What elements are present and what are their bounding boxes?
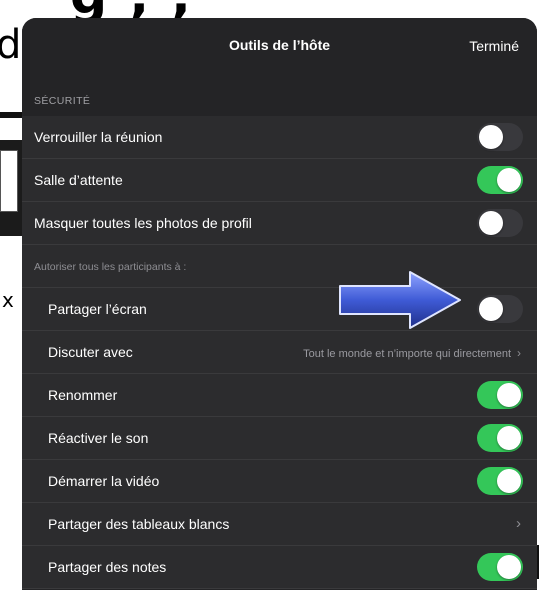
lock-meeting-row: Verrouiller la réunion: [22, 116, 537, 159]
share-screen-label: Partager l’écran: [48, 301, 147, 317]
hide-profile-photos-label: Masquer toutes les photos de profil: [34, 215, 252, 231]
panel-title: Outils de l’hôte: [228, 37, 331, 53]
waiting-room-label: Salle d’attente: [34, 172, 123, 188]
chat-with-row[interactable]: Discuter avec Tout le monde et n’importe…: [22, 331, 537, 374]
unmute-label: Réactiver le son: [48, 430, 149, 446]
toggle-knob: [497, 555, 521, 579]
toggle-knob: [497, 469, 521, 493]
hide-profile-photos-row: Masquer toutes les photos de profil: [22, 202, 537, 245]
rename-label: Renommer: [48, 387, 118, 403]
share-notes-toggle[interactable]: [477, 553, 523, 581]
security-section-label: SÉCURITÉ: [34, 95, 91, 107]
chat-with-value[interactable]: Tout le monde et n’importe qui directeme…: [303, 346, 521, 360]
background-dash: [0, 112, 22, 118]
done-button[interactable]: Terminé: [469, 38, 519, 54]
toggle-knob: [497, 426, 521, 450]
hide-profile-photos-toggle[interactable]: [477, 209, 523, 237]
lock-meeting-label: Verrouiller la réunion: [34, 129, 163, 145]
allow-participants-label: Autoriser tous les participants à :: [34, 261, 187, 273]
panel-header: Outils de l’hôte Terminé: [22, 18, 537, 76]
toggle-knob: [497, 168, 521, 192]
lock-meeting-toggle[interactable]: [477, 123, 523, 151]
chat-with-value-text: Tout le monde et n’importe qui directeme…: [303, 348, 511, 360]
unmute-toggle[interactable]: [477, 424, 523, 452]
chevron-right-icon: ›: [516, 515, 521, 532]
chat-with-label: Discuter avec: [48, 344, 133, 360]
toggle-knob: [479, 297, 503, 321]
toggle-knob: [479, 125, 503, 149]
start-video-label: Démarrer la vidéo: [48, 473, 160, 489]
share-screen-toggle[interactable]: [477, 295, 523, 323]
share-notes-row: Partager des notes: [22, 546, 537, 589]
background-x-fragment: x: [2, 288, 14, 312]
background-window-inner: [0, 150, 18, 212]
toggle-knob: [497, 383, 521, 407]
start-video-toggle[interactable]: [477, 467, 523, 495]
share-whiteboards-row[interactable]: Partager des tableaux blancs ›: [22, 503, 537, 546]
background-letter-fragment: d: [0, 22, 22, 68]
toggle-knob: [479, 211, 503, 235]
unmute-row: Réactiver le son: [22, 417, 537, 460]
start-video-row: Démarrer la vidéo: [22, 460, 537, 503]
waiting-room-toggle[interactable]: [477, 166, 523, 194]
security-section-header: SÉCURITÉ: [22, 76, 537, 116]
chevron-right-icon: ›: [517, 346, 521, 360]
blue-arrow-icon: [339, 271, 461, 329]
rename-row: Renommer: [22, 374, 537, 417]
share-notes-label: Partager des notes: [48, 559, 167, 575]
waiting-room-row: Salle d’attente: [22, 159, 537, 202]
rename-toggle[interactable]: [477, 381, 523, 409]
share-whiteboards-label: Partager des tableaux blancs: [48, 516, 230, 532]
